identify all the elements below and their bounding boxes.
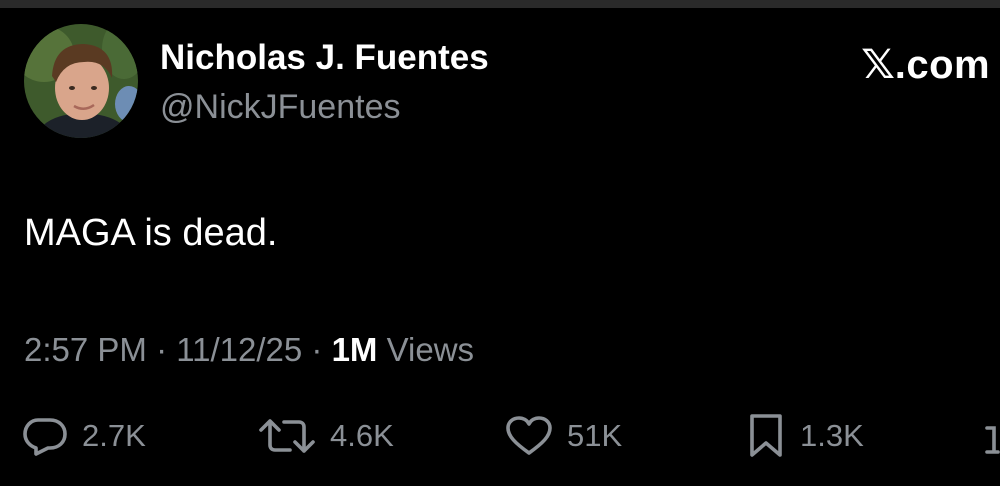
top-bar: [0, 0, 1000, 8]
bookmark-icon: [750, 414, 782, 457]
share-icon: [985, 426, 1000, 454]
meta-separator: ·: [302, 331, 332, 368]
tweet-time[interactable]: 2:57 PM: [24, 331, 147, 368]
author-display-name[interactable]: Nicholas J. Fuentes: [160, 38, 489, 78]
repost-count: 4.6K: [330, 418, 394, 453]
meta-separator: ·: [146, 331, 177, 368]
x-logo-icon: 𝕏: [861, 42, 896, 88]
bookmark-button[interactable]: 1.3K: [746, 410, 864, 462]
like-count: 51K: [567, 418, 623, 453]
tweet-text: MAGA is dead.: [24, 212, 278, 254]
tweet-actions: 2.7K 4.6K 51K 1.3K: [0, 410, 1000, 462]
like-button[interactable]: 51K: [505, 410, 622, 462]
views-count: 1M: [331, 331, 378, 368]
bookmark-count: 1.3K: [800, 418, 864, 453]
avatar[interactable]: [24, 24, 138, 138]
reply-button[interactable]: 2.7K: [22, 410, 146, 462]
reply-icon: [23, 418, 67, 456]
tweet-date[interactable]: 11/12/25: [176, 331, 302, 368]
repost-icon: [259, 419, 315, 453]
heart-icon: [506, 416, 552, 455]
tweet-meta: 2:57 PM · 11/12/25 · 1M Views: [24, 331, 474, 369]
avatar-image: [24, 24, 138, 138]
share-button[interactable]: [984, 410, 1000, 462]
author-handle[interactable]: @NickJFuentes: [160, 88, 400, 127]
repost-button[interactable]: 4.6K: [258, 410, 394, 462]
brand-logo: 𝕏.com: [861, 42, 991, 88]
reply-count: 2.7K: [82, 418, 146, 453]
brand-suffix: .com: [894, 43, 991, 87]
views-label: Views: [377, 331, 475, 368]
